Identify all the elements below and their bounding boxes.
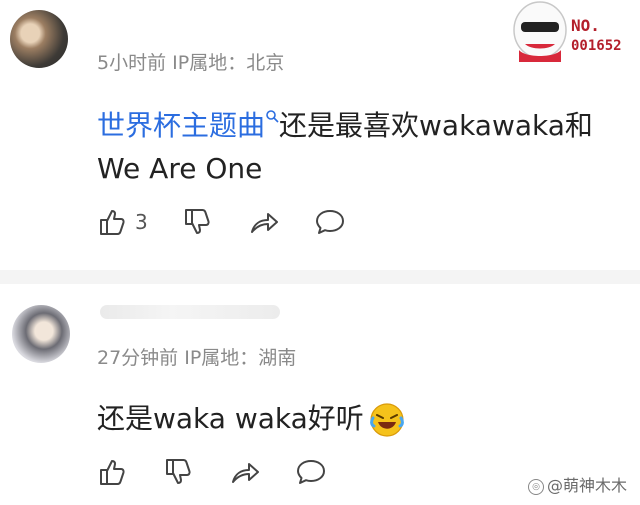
like-button[interactable]: 3 xyxy=(97,206,148,238)
comment-1: 5小时前 IP属地：北京 世界杯主题曲 还是最喜欢wakawaka和 We Are… xyxy=(0,0,640,270)
search-icon[interactable] xyxy=(265,109,279,123)
comment-divider xyxy=(0,270,640,284)
share-button[interactable] xyxy=(229,456,261,488)
reply-icon xyxy=(315,210,344,234)
share-button[interactable] xyxy=(248,206,280,238)
watermark-icon: ◎ xyxy=(528,478,544,495)
comment-text-line-1: 还是waka waka好听 xyxy=(97,396,406,442)
comment-meta: 27分钟前 IP属地：湖南 xyxy=(97,347,297,369)
share-icon xyxy=(250,213,278,233)
thumbs-down-icon xyxy=(166,459,191,484)
stamp: NO. 001652 xyxy=(571,16,622,54)
watermark: ◎ @萌神木木 xyxy=(528,472,627,496)
comment-actions: 3 xyxy=(97,206,380,238)
comment-text: 还是最喜欢wakawaka和 xyxy=(279,109,593,142)
reply-button[interactable] xyxy=(295,456,327,488)
dislike-button[interactable] xyxy=(163,456,195,488)
like-button[interactable] xyxy=(97,456,129,488)
avatar[interactable] xyxy=(12,305,70,363)
comment-actions xyxy=(97,456,361,488)
avatar[interactable] xyxy=(10,10,68,68)
topic-link[interactable]: 世界杯主题曲 xyxy=(97,109,265,142)
like-count: 3 xyxy=(135,210,148,234)
comment-text-line-1: 世界杯主题曲 还是最喜欢wakawaka和 xyxy=(97,103,593,149)
thumbs-up-icon xyxy=(100,210,125,235)
comment-text: 还是waka waka好听 xyxy=(97,402,364,435)
comment-text-line-2: We Are One xyxy=(97,152,263,185)
dislike-button[interactable] xyxy=(182,206,214,238)
reply-icon xyxy=(297,460,325,484)
comment-meta: 5小时前 IP属地：北京 xyxy=(97,52,285,74)
laughing-emoji-icon xyxy=(369,403,404,437)
share-icon xyxy=(232,463,259,483)
thumbs-down-icon xyxy=(184,209,210,234)
username-blurred xyxy=(100,305,280,319)
reply-button[interactable] xyxy=(314,206,346,238)
thumbs-up-icon xyxy=(100,460,125,485)
